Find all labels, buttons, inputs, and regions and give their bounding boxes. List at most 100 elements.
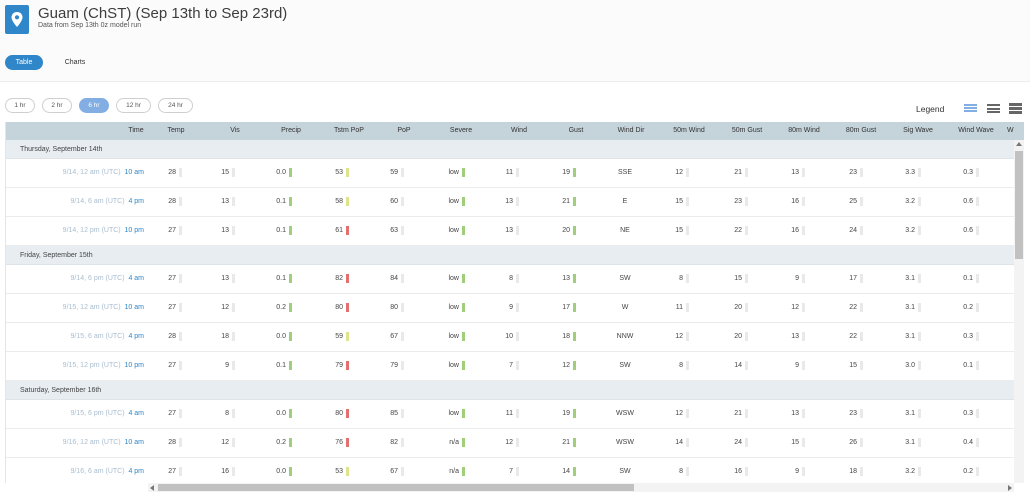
sig-wave-value: 3.1 [905, 304, 915, 311]
table-row[interactable]: 9/14, 12 am (UTC) 10 am 28 15 0.0 53 59 low 11 1… [6, 159, 1015, 188]
col-pop[interactable]: PoP [389, 122, 419, 140]
wind50-cell: 8 [629, 458, 689, 483]
utc-time: 9/16, 6 am (UTC) [70, 468, 125, 475]
gust50-cell: 20 [688, 294, 748, 322]
tstm-pop-cell: 61 [289, 217, 349, 245]
tstm-pop-cell: 76 [289, 429, 349, 457]
value-bar [401, 302, 404, 312]
gust50-cell: 20 [688, 323, 748, 351]
legend-button[interactable]: Legend [916, 104, 944, 114]
normal-rows-icon[interactable] [987, 104, 1000, 115]
col-sig-wave[interactable]: Sig Wave [896, 122, 940, 140]
temp-cell: 28 [122, 429, 182, 457]
table-row[interactable]: 9/16, 12 am (UTC) 10 am 28 12 0.2 76 82 n/a 12 2… [6, 429, 1015, 458]
sig-wave-value: 3.2 [905, 468, 915, 475]
col-wind-dir[interactable]: Wind Dir [611, 122, 651, 140]
gust80-value: 25 [849, 198, 857, 205]
wind-wave-value: 0.1 [963, 275, 973, 282]
table-row[interactable]: 9/14, 12 pm (UTC) 10 pm 27 13 0.1 61 63 low 13 2… [6, 217, 1015, 246]
col-80m-gust[interactable]: 80m Gust [838, 122, 884, 140]
wind50-cell: 11 [629, 294, 689, 322]
pop-cell: 80 [344, 294, 404, 322]
col-time[interactable]: Time [116, 122, 156, 140]
value-bar [573, 196, 576, 206]
col-50m-gust[interactable]: 50m Gust [724, 122, 770, 140]
col-precip[interactable]: Precip [272, 122, 310, 140]
wind-wave-value: 0.3 [963, 169, 973, 176]
precip-cell: 0.0 [232, 400, 292, 428]
table-row[interactable]: 9/15, 6 am (UTC) 4 pm 28 18 0.0 59 67 low 10 18 N… [6, 323, 1015, 352]
vis-value: 9 [225, 362, 229, 369]
vis-cell: 18 [175, 323, 235, 351]
col-tstm-pop[interactable]: Tstm PoP [326, 122, 372, 140]
col-wind[interactable]: Wind [504, 122, 534, 140]
horizontal-scrollbar[interactable] [148, 483, 1014, 492]
gust50-cell: 22 [688, 217, 748, 245]
pop-value: 60 [390, 198, 398, 205]
severe-value: low [448, 198, 459, 205]
scroll-up-icon[interactable] [1016, 142, 1022, 146]
table-row[interactable]: 9/15, 6 pm (UTC) 4 am 27 8 0.0 80 85 low 11 19 WS… [6, 400, 1015, 429]
vertical-scrollbar[interactable] [1014, 140, 1024, 483]
col-wind-wave[interactable]: Wind Wave [951, 122, 1001, 140]
severe-value: low [448, 169, 459, 176]
large-rows-icon[interactable] [1009, 103, 1022, 115]
col-50m-wind[interactable]: 50m Wind [666, 122, 712, 140]
interval-6hr-button[interactable]: 6 hr [79, 98, 109, 113]
pop-value: 67 [390, 333, 398, 340]
vertical-scroll-thumb[interactable] [1015, 151, 1023, 259]
table-row[interactable]: 9/14, 6 am (UTC) 4 pm 28 13 0.1 58 60 low 13 21 E… [6, 188, 1015, 217]
col-temp[interactable]: Temp [161, 122, 191, 140]
interval-12hr-button[interactable]: 12 hr [116, 98, 151, 113]
wind-value: 8 [509, 275, 513, 282]
pop-value: 85 [390, 410, 398, 417]
value-bar [976, 360, 979, 370]
pop-cell: 59 [344, 159, 404, 187]
col-vis[interactable]: Vis [220, 122, 250, 140]
table-row[interactable]: 9/16, 6 am (UTC) 4 pm 27 16 0.0 53 67 n/a 7 14 SW… [6, 458, 1015, 483]
vis-cell: 13 [175, 188, 235, 216]
gust80-cell: 26 [803, 429, 863, 457]
value-bar [573, 302, 576, 312]
table-row[interactable]: 9/14, 6 pm (UTC) 4 am 27 13 0.1 82 84 low 8 13 SW… [6, 265, 1015, 294]
precip-cell: 0.0 [232, 323, 292, 351]
horizontal-scroll-thumb[interactable] [158, 484, 634, 491]
severe-cell: low [405, 352, 465, 380]
vis-value: 13 [221, 275, 229, 282]
compact-rows-icon[interactable] [964, 104, 977, 113]
tab-table[interactable]: Table [5, 55, 43, 70]
sig-wave-value: 3.2 [905, 227, 915, 234]
temp-cell: 27 [122, 400, 182, 428]
tstm-pop-value: 80 [335, 304, 343, 311]
scroll-left-icon[interactable] [150, 485, 154, 491]
scroll-right-icon[interactable] [1008, 485, 1012, 491]
col-gust[interactable]: Gust [561, 122, 591, 140]
interval-24hr-button[interactable]: 24 hr [158, 98, 193, 113]
table-row[interactable]: 9/15, 12 am (UTC) 10 am 27 12 0.2 80 80 low 9 17… [6, 294, 1015, 323]
col-severe[interactable]: Severe [441, 122, 481, 140]
sig-wave-cell: 3.1 [861, 400, 921, 428]
col-truncated[interactable]: W [1007, 122, 1021, 140]
gust80-cell: 23 [803, 159, 863, 187]
table-header: Time Temp Vis Precip Tstm PoP PoP Severe… [6, 122, 1024, 140]
vis-cell: 13 [175, 265, 235, 293]
value-bar [573, 466, 576, 476]
wind-cell: 11 [459, 400, 519, 428]
interval-1hr-button[interactable]: 1 hr [5, 98, 35, 113]
pop-cell: 63 [344, 217, 404, 245]
tab-charts[interactable]: Charts [55, 55, 95, 70]
tstm-pop-cell: 82 [289, 265, 349, 293]
pop-cell: 82 [344, 429, 404, 457]
table-row[interactable]: 9/15, 12 pm (UTC) 10 pm 27 9 0.1 79 79 low 7 12 S… [6, 352, 1015, 381]
tstm-pop-cell: 53 [289, 458, 349, 483]
interval-2hr-button[interactable]: 2 hr [42, 98, 72, 113]
pop-value: 79 [390, 362, 398, 369]
col-80m-wind[interactable]: 80m Wind [781, 122, 827, 140]
wind-cell: 13 [459, 188, 519, 216]
gust80-value: 17 [849, 275, 857, 282]
value-bar [976, 302, 979, 312]
utc-time: 9/15, 6 am (UTC) [70, 333, 125, 340]
gust50-value: 20 [734, 304, 742, 311]
wind-dir-value: E [622, 198, 628, 205]
wind-wave-cell: 0.1 [919, 265, 979, 293]
